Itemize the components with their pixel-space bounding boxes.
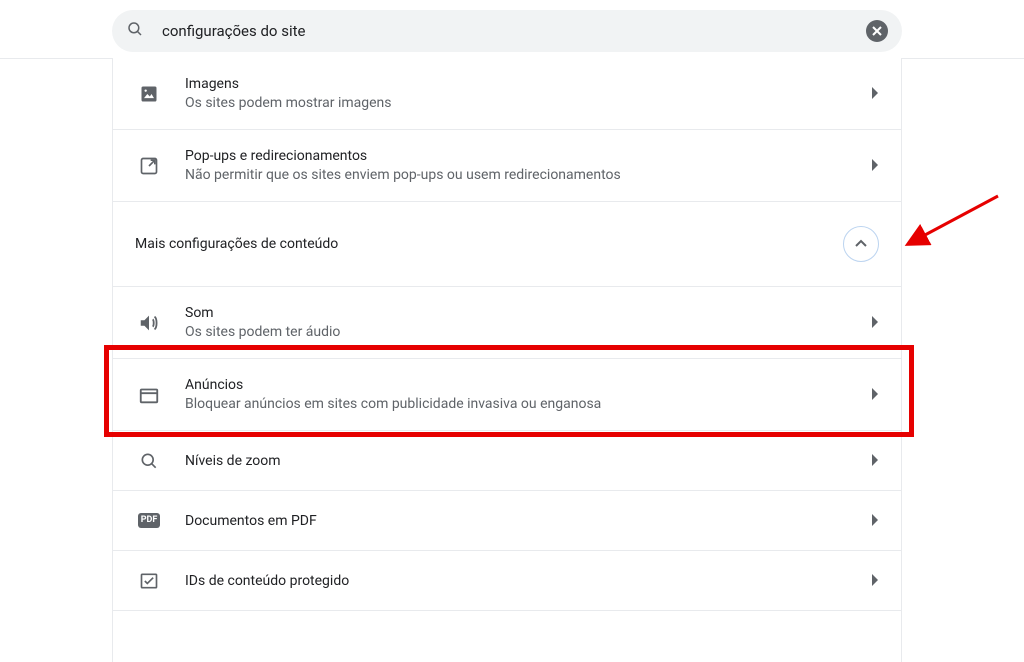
sound-icon bbox=[135, 312, 163, 334]
row-subtitle: Os sites podem mostrar imagens bbox=[185, 95, 871, 111]
row-title: Pop-ups e redirecionamentos bbox=[185, 148, 871, 164]
row-zoom[interactable]: Níveis de zoom bbox=[113, 431, 901, 491]
section-mais-configuracoes[interactable]: Mais configurações de conteúdo bbox=[113, 202, 901, 287]
section-header-label: Mais configurações de conteúdo bbox=[135, 236, 338, 252]
row-title: Imagens bbox=[185, 76, 871, 92]
chevron-right-icon bbox=[871, 84, 879, 103]
row-title: Som bbox=[185, 305, 871, 321]
clear-search-button[interactable] bbox=[866, 20, 888, 42]
row-subtitle: Bloquear anúncios em sites com publicida… bbox=[185, 396, 871, 412]
row-subtitle: Os sites podem ter áudio bbox=[185, 324, 871, 340]
row-imagens[interactable]: Imagens Os sites podem mostrar imagens bbox=[113, 58, 901, 130]
row-ids-protegido[interactable]: IDs de conteúdo protegido bbox=[113, 551, 901, 611]
row-pdf[interactable]: PDF Documentos em PDF bbox=[113, 491, 901, 551]
search-input-value[interactable]: configurações do site bbox=[162, 22, 866, 40]
row-subtitle: Não permitir que os sites enviem pop-ups… bbox=[185, 167, 871, 183]
chevron-right-icon bbox=[871, 385, 879, 404]
collapse-button[interactable] bbox=[843, 226, 879, 262]
row-popups[interactable]: Pop-ups e redirecionamentos Não permitir… bbox=[113, 130, 901, 202]
settings-panel: Imagens Os sites podem mostrar imagens P… bbox=[112, 58, 902, 662]
settings-search-bar[interactable]: configurações do site bbox=[112, 10, 902, 52]
chevron-right-icon bbox=[871, 313, 879, 332]
zoom-icon bbox=[135, 451, 163, 471]
chevron-right-icon bbox=[871, 451, 879, 470]
ads-icon bbox=[135, 384, 163, 406]
annotation-arrow bbox=[898, 188, 1008, 258]
row-title: Documentos em PDF bbox=[185, 513, 871, 529]
chevron-right-icon bbox=[871, 511, 879, 530]
protected-content-icon bbox=[135, 571, 163, 591]
row-title: Anúncios bbox=[185, 377, 871, 393]
pdf-icon: PDF bbox=[135, 513, 163, 528]
row-som[interactable]: Som Os sites podem ter áudio bbox=[113, 287, 901, 359]
row-title: Níveis de zoom bbox=[185, 453, 871, 469]
search-icon bbox=[126, 20, 144, 42]
image-icon bbox=[135, 84, 163, 104]
row-title: IDs de conteúdo protegido bbox=[185, 573, 871, 589]
chevron-right-icon bbox=[871, 571, 879, 590]
chevron-right-icon bbox=[871, 156, 879, 175]
popup-icon bbox=[135, 156, 163, 176]
row-anuncios[interactable]: Anúncios Bloquear anúncios em sites com … bbox=[113, 359, 901, 431]
